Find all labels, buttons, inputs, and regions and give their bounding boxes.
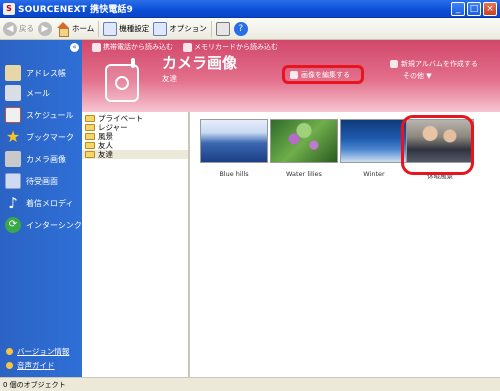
page-subtitle: 友達 [162, 74, 177, 83]
album-icon [390, 60, 398, 68]
model-settings-button[interactable]: 機種設定 [103, 21, 150, 36]
sidebar-item-label: メール [26, 88, 50, 98]
settings-panel-icon [103, 21, 118, 36]
options-label: オプション [169, 24, 207, 33]
close-button[interactable]: × [483, 2, 497, 16]
thumbnail-caption: Blue hills [219, 170, 249, 178]
thumbnail-image [200, 119, 268, 163]
read-from-card-link[interactable]: メモリカードから読み込む [183, 42, 278, 52]
thumbnail-item[interactable]: Winter [340, 119, 408, 178]
folder-item-selected[interactable]: 友達 [82, 150, 188, 159]
thumbnail-item[interactable]: Water lilies [270, 119, 338, 178]
camera-icon [5, 151, 21, 167]
window-controls: _ □ × [451, 2, 497, 16]
folder-label: 友達 [98, 150, 113, 159]
status-bar: 0 個のオブジェクト [0, 377, 500, 391]
home-label: ホーム [72, 24, 95, 33]
sidebar-item-label: アドレス帳 [26, 68, 66, 78]
sidebar-item-ringtone[interactable]: ♪ 着信メロディ [5, 195, 73, 211]
options-button[interactable]: オプション [153, 21, 207, 36]
printer-icon[interactable] [215, 21, 230, 36]
model-settings-label: 機種設定 [119, 24, 150, 33]
thumbnail-image [340, 119, 408, 163]
info-dot-icon [6, 348, 13, 355]
back-arrow-icon: ◀ [3, 21, 17, 36]
thumbnail-image [270, 119, 338, 163]
help-icon[interactable]: ? [233, 21, 248, 36]
sidebar-item-label: 着信メロディ [26, 198, 74, 208]
mail-icon [5, 85, 21, 101]
sidebar-item-label: ブックマーク [26, 132, 74, 142]
version-info-link[interactable]: バージョン情報 [6, 346, 69, 357]
voice-guide-label: 音声ガイド [17, 361, 55, 370]
other-menu-label: その他 ▼ [403, 72, 432, 80]
selected-photo-highlight [401, 115, 474, 175]
sidebar-item-label: インターシンク [26, 220, 82, 230]
sidebar-item-label: カメラ画像 [26, 154, 66, 164]
camera-banner: 携帯電話から読み込む メモリカードから読み込む カメラ画像 友達 画像を編集する… [82, 40, 500, 112]
bookmark-star-icon: ★ [5, 127, 21, 146]
folder-icon [85, 133, 95, 140]
music-note-icon: ♪ [8, 194, 18, 212]
back-label: 戻る [19, 24, 34, 33]
forward-button[interactable]: ▶ [38, 21, 52, 36]
sidebar-item-mail[interactable]: メール [5, 85, 50, 101]
sidebar-item-camera[interactable]: カメラ画像 [5, 151, 66, 167]
sidebar-item-label: スケジュール [26, 110, 74, 120]
address-book-icon [5, 65, 21, 81]
wallpaper-icon [5, 173, 21, 189]
sync-icon: ⟳ [5, 217, 21, 233]
toolbar: ◀ 戻る ▶ ホーム 機種設定 オプション ? [0, 18, 500, 40]
other-menu-button[interactable]: その他 ▼ [403, 71, 432, 81]
sidebar-item-address-book[interactable]: アドレス帳 [5, 65, 66, 81]
sidebar-item-schedule[interactable]: スケジュール [5, 107, 73, 123]
folder-icon [85, 142, 95, 149]
new-album-link[interactable]: 新規アルバムを作成する [390, 59, 478, 69]
folder-tree: プライベート レジャー 風景 友人 友達 [82, 112, 190, 377]
thumbnail-caption: Winter [363, 170, 385, 178]
folder-icon [85, 115, 95, 122]
sidebar-item-wallpaper[interactable]: 待受画面 [5, 173, 58, 189]
collapse-chevron-icon[interactable]: « [70, 43, 79, 52]
thumbnail-caption: Water lilies [286, 170, 322, 178]
page-title: カメラ画像 [162, 54, 238, 72]
schedule-icon [5, 107, 21, 123]
sidebar-item-label: 待受画面 [26, 176, 58, 186]
options-checklist-icon [153, 21, 168, 36]
back-button[interactable]: ◀ 戻る [3, 21, 34, 36]
new-album-label: 新規アルバムを作成する [401, 60, 478, 68]
sidebar-item-bookmark[interactable]: ★ ブックマーク [5, 129, 74, 145]
minimize-button[interactable]: _ [451, 2, 465, 16]
version-info-label: バージョン情報 [17, 347, 70, 356]
folder-icon [85, 124, 95, 131]
maximize-button[interactable]: □ [467, 2, 481, 16]
toolbar-divider [210, 20, 212, 37]
phone-icon [92, 42, 101, 52]
read-from-phone-label: 携帯電話から読み込む [103, 43, 173, 51]
title-bar: S SOURCENEXT 携快電話9 _ □ × [0, 0, 500, 18]
voice-guide-link[interactable]: 音声ガイド [6, 360, 55, 371]
info-dot-icon [6, 362, 13, 369]
home-button[interactable]: ホーム [56, 21, 95, 37]
window-title: SOURCENEXT 携快電話9 [18, 5, 133, 15]
memory-card-icon [183, 42, 192, 52]
read-from-card-label: メモリカードから読み込む [194, 43, 278, 51]
home-icon [56, 21, 70, 37]
banner-top-links: 携帯電話から読み込む メモリカードから読み込む [92, 42, 278, 52]
folder-icon [85, 151, 95, 158]
toolbar-divider [98, 20, 100, 37]
read-from-phone-link[interactable]: 携帯電話から読み込む [92, 42, 173, 52]
camera-phone-illustration-icon [105, 58, 145, 102]
app-icon: S [3, 2, 15, 15]
sidebar-item-intersync[interactable]: ⟳ インターシンク [5, 217, 82, 233]
status-text: 0 個のオブジェクト [3, 380, 66, 389]
thumbnail-item[interactable]: Blue hills [200, 119, 268, 178]
sidebar: « アドレス帳 メール スケジュール ★ ブックマーク カメラ画像 待受画面 ♪… [0, 40, 82, 377]
edit-image-highlight [282, 65, 364, 84]
thumbnail-grid: Blue hills Water lilies Winter 休暇風景 [192, 112, 500, 377]
